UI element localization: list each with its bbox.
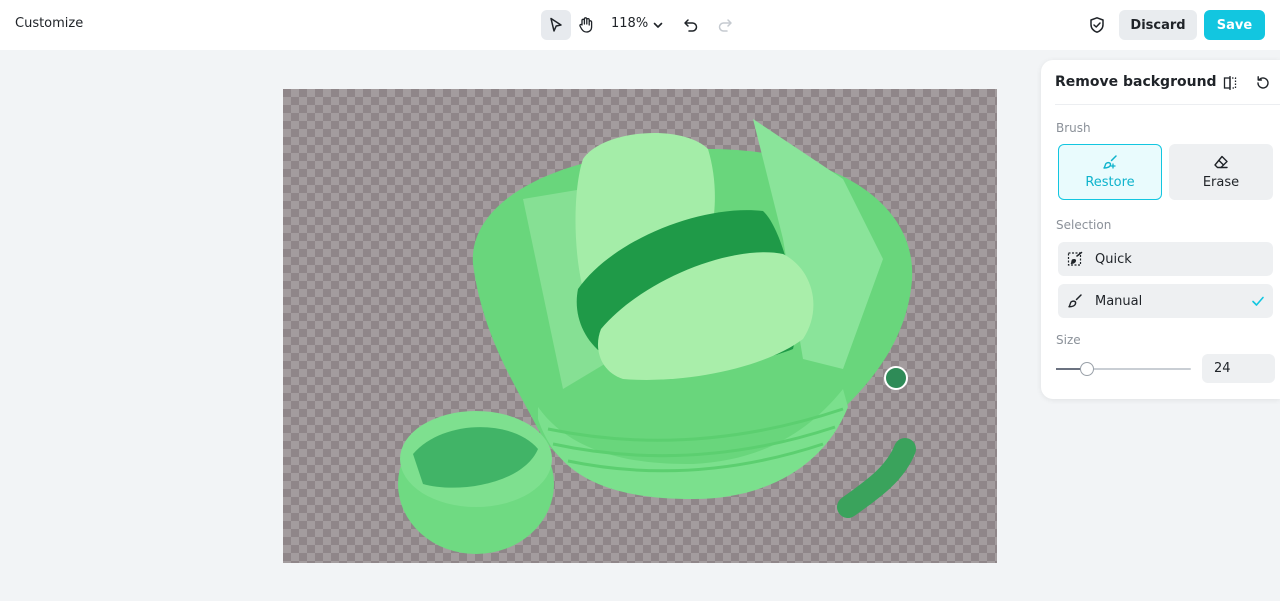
eraser-icon [1214, 155, 1228, 169]
edited-image [398, 119, 916, 554]
restore-label: Restore [1085, 175, 1135, 190]
pointer-tool-button[interactable] [541, 10, 571, 40]
brush-plus-icon [1103, 155, 1117, 169]
shield-button[interactable] [1086, 14, 1108, 36]
size-input[interactable] [1202, 354, 1275, 383]
size-slider[interactable] [1056, 362, 1191, 376]
page-title: Customize [15, 16, 84, 31]
size-slider-thumb[interactable] [1080, 362, 1094, 376]
zoom-level: 118% [611, 16, 649, 31]
panel-title: Remove background [1055, 74, 1217, 90]
image-canvas[interactable] [283, 89, 997, 563]
erase-brush-button[interactable]: Erase [1169, 144, 1273, 200]
top-bar: Customize 118% Discard Save [0, 0, 1280, 50]
undo-icon [684, 19, 698, 32]
reset-button[interactable] [1253, 73, 1273, 93]
undo-button[interactable] [681, 15, 701, 35]
discard-button[interactable]: Discard [1119, 10, 1197, 40]
hand-tool-button[interactable] [571, 10, 601, 40]
chevron-down-icon [653, 22, 663, 28]
manual-brush-icon [1067, 293, 1083, 309]
compare-icon [1223, 76, 1237, 90]
redo-button[interactable] [715, 15, 735, 35]
quick-brush-icon [1067, 251, 1083, 267]
shield-icon [1090, 17, 1104, 33]
redo-icon [718, 19, 732, 32]
quick-label: Quick [1095, 251, 1132, 267]
selection-option-quick[interactable]: Quick [1058, 242, 1273, 276]
zoom-dropdown[interactable] [651, 18, 665, 32]
restore-brush-button[interactable]: Restore [1058, 144, 1162, 200]
size-label: Size [1056, 333, 1081, 347]
brush-label: Brush [1056, 121, 1091, 135]
selection-label: Selection [1056, 218, 1112, 232]
save-button[interactable]: Save [1204, 10, 1265, 40]
manual-label: Manual [1095, 293, 1143, 309]
erase-label: Erase [1202, 175, 1240, 190]
panel-divider [1055, 104, 1280, 105]
check-icon [1252, 296, 1264, 306]
pointer-icon [550, 17, 562, 32]
remove-background-panel: Remove background Brush Restore Erase Se… [1041, 60, 1280, 399]
compare-button[interactable] [1220, 73, 1240, 93]
selection-option-manual[interactable]: Manual [1058, 284, 1273, 318]
reset-icon [1257, 76, 1269, 89]
hand-icon [579, 17, 593, 33]
